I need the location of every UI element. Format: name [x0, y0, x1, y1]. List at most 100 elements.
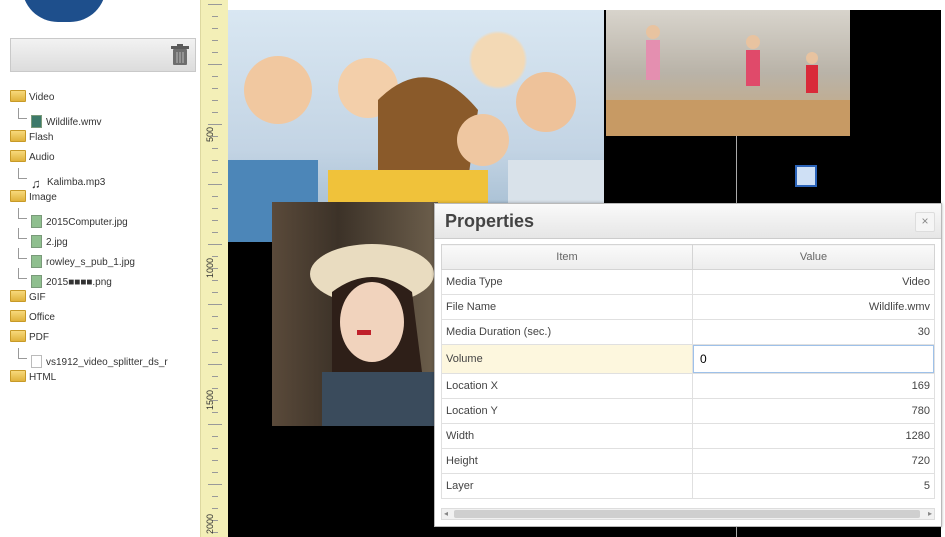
- ruler-tick: [212, 292, 218, 293]
- ruler-tick: [212, 100, 218, 101]
- property-row[interactable]: Media Type Video: [441, 269, 935, 295]
- ruler-tick: [212, 172, 218, 173]
- tree-label: 2015Computer.jpg: [46, 217, 128, 228]
- ruler-tick: [212, 40, 218, 41]
- property-value[interactable]: 780: [692, 398, 935, 424]
- tree-folder[interactable]: Image: [10, 188, 200, 208]
- image-file-icon: [31, 255, 42, 268]
- image-woman-photo[interactable]: [272, 202, 438, 426]
- ruler-tick: [212, 508, 218, 509]
- ruler-tick: [212, 112, 218, 113]
- scroll-right-icon[interactable]: ▸: [928, 509, 932, 519]
- tree-file[interactable]: vs1912_video_splitter_ds_r: [10, 348, 200, 368]
- ruler-tick: [208, 364, 222, 365]
- tree-folder[interactable]: HTML: [10, 368, 200, 388]
- ruler-tick: [208, 124, 222, 125]
- property-name: File Name: [441, 294, 693, 320]
- column-header-value[interactable]: Value: [692, 244, 935, 270]
- tree-connector: [18, 208, 27, 219]
- property-value-cell[interactable]: [692, 344, 935, 374]
- ruler-tick: [212, 280, 218, 281]
- properties-header: Properties ×: [435, 204, 941, 239]
- property-value[interactable]: 1280: [692, 423, 935, 449]
- ruler-tick: [212, 208, 218, 209]
- property-value[interactable]: 169: [692, 373, 935, 399]
- tree-file[interactable]: Wildlife.wmv: [10, 108, 200, 128]
- tree-label: GIF: [29, 292, 46, 303]
- ruler-tick: [212, 340, 218, 341]
- ruler-tick: [212, 448, 218, 449]
- app-logo: [22, 0, 106, 22]
- ruler-tick: [212, 376, 218, 377]
- media-slot-icon[interactable]: [795, 165, 817, 187]
- properties-grid: Item Value Media Type Video File Name Wildl…: [441, 244, 935, 499]
- tree-folder[interactable]: Video: [10, 88, 200, 108]
- ruler-tick: [208, 244, 222, 245]
- ruler-tick: [212, 28, 218, 29]
- tree-label: 2.jpg: [46, 237, 68, 248]
- media-tree: Video Wildlife.wmv Flash Audio ♫ Kalimba.mp3 I…: [10, 88, 200, 388]
- tree-folder[interactable]: Office: [10, 308, 200, 328]
- property-value[interactable]: 5: [692, 473, 935, 499]
- folder-icon: [10, 190, 26, 202]
- property-value[interactable]: Video: [692, 269, 935, 295]
- property-value[interactable]: Wildlife.wmv: [692, 294, 935, 320]
- tree-folder[interactable]: PDF: [10, 328, 200, 348]
- ruler-tick: [212, 412, 218, 413]
- property-value[interactable]: 30: [692, 319, 935, 345]
- tree-file[interactable]: ♫ Kalimba.mp3: [10, 168, 200, 190]
- tree-label: 2015■■■■.png: [46, 277, 112, 288]
- tree-folder[interactable]: Audio: [10, 148, 200, 168]
- folder-icon: [10, 310, 26, 322]
- property-value[interactable]: 720: [692, 448, 935, 474]
- property-name: Width: [441, 423, 693, 449]
- tree-file[interactable]: 2015■■■■.png: [10, 268, 200, 288]
- scrollbar-thumb[interactable]: [454, 510, 920, 518]
- tree-label: HTML: [29, 372, 57, 383]
- property-row[interactable]: Location Y 780: [441, 398, 935, 424]
- tree-folder[interactable]: Flash: [10, 128, 200, 148]
- tree-folder[interactable]: GIF: [10, 288, 200, 308]
- tree-label: Audio: [29, 152, 55, 163]
- property-row[interactable]: Height 720: [441, 448, 935, 474]
- trash-icon[interactable]: [169, 43, 191, 67]
- ruler-tick: [212, 436, 218, 437]
- column-header-item[interactable]: Item: [441, 244, 693, 270]
- tree-connector: [18, 108, 27, 119]
- ruler-tick: [212, 388, 218, 389]
- ruler-tick: [212, 496, 218, 497]
- property-row[interactable]: Width 1280: [441, 423, 935, 449]
- tree-label: PDF: [29, 332, 49, 343]
- ruler-tick: [208, 484, 222, 485]
- tree-file[interactable]: 2015Computer.jpg: [10, 208, 200, 228]
- property-row[interactable]: Volume: [441, 344, 935, 374]
- media-library-sidebar: Video Wildlife.wmv Flash Audio ♫ Kalimba.mp3 I…: [0, 0, 200, 537]
- ruler-tick: [212, 16, 218, 17]
- ruler-tick: [212, 256, 218, 257]
- image-file-icon: [31, 215, 42, 228]
- folder-icon: [10, 130, 26, 142]
- property-name: Volume: [441, 344, 693, 374]
- image-gym-photo[interactable]: [606, 10, 850, 136]
- image-file-icon: [31, 275, 42, 288]
- property-row[interactable]: Location X 169: [441, 373, 935, 399]
- close-icon[interactable]: ×: [915, 212, 935, 232]
- property-row[interactable]: Media Duration (sec.) 30: [441, 319, 935, 345]
- ruler-label: 1500: [205, 389, 215, 410]
- ruler-tick: [208, 184, 222, 185]
- property-row[interactable]: Layer 5: [441, 473, 935, 499]
- folder-icon: [10, 370, 26, 382]
- search-input[interactable]: [11, 39, 169, 73]
- tree-label: Office: [29, 312, 55, 323]
- gym-photo-graphic: [606, 25, 850, 136]
- tree-file[interactable]: rowley_s_pub_1.jpg: [10, 248, 200, 268]
- horizontal-scrollbar[interactable]: ◂ ▸: [441, 508, 935, 520]
- tree-file[interactable]: 2.jpg: [10, 228, 200, 248]
- folder-icon: [10, 290, 26, 302]
- tree-label: Flash: [29, 132, 54, 143]
- property-name: Layer: [441, 473, 693, 499]
- scroll-left-icon[interactable]: ◂: [444, 509, 448, 519]
- property-row[interactable]: File Name Wildlife.wmv: [441, 294, 935, 320]
- volume-input[interactable]: [693, 345, 934, 373]
- ruler-tick: [208, 304, 222, 305]
